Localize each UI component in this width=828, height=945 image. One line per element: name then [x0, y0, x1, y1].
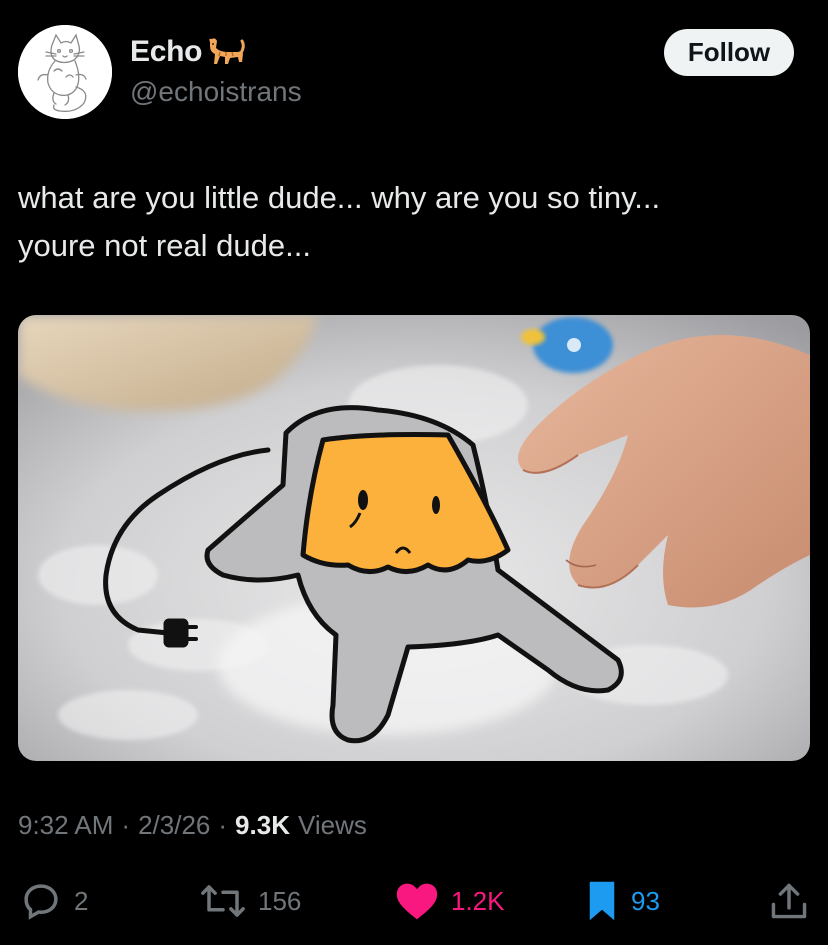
meta-separator: · [121, 810, 131, 840]
share-icon [771, 883, 807, 919]
bookmark-icon [589, 881, 615, 921]
media-image [18, 315, 810, 761]
action-bar: 2 156 1.2K 93 [0, 878, 828, 924]
follow-button[interactable]: Follow [664, 29, 794, 76]
views-label: Views [297, 810, 367, 840]
bookmark-count: 93 [631, 885, 660, 916]
like-count: 1.2K [451, 885, 505, 916]
repost-button[interactable]: 156 [200, 878, 301, 924]
cat-sketch-avatar [18, 25, 112, 119]
share-button[interactable] [770, 878, 808, 924]
cat-emoji [209, 38, 245, 64]
repost-count: 156 [258, 885, 302, 916]
tweet-media[interactable] [18, 315, 810, 761]
author-name-row[interactable]: Echo [130, 34, 246, 70]
bookmark-button[interactable]: 93 [585, 878, 660, 924]
like-button[interactable]: 1.2K [395, 878, 505, 924]
avatar[interactable] [18, 25, 112, 119]
tweet-text: what are you little dude... why are you … [18, 174, 808, 270]
tweet-date[interactable]: 2/3/26 [138, 810, 210, 841]
reply-button[interactable]: 2 [20, 878, 88, 924]
tweet-text-line-2: youre not real dude... [18, 228, 311, 263]
display-name[interactable]: Echo [130, 35, 202, 69]
tweet-meta: 9:32 AM · 2/3/26 · 9.3K Views [18, 810, 367, 841]
author-handle[interactable]: @echoistrans [130, 76, 302, 108]
reply-icon [24, 884, 58, 920]
meta-separator: · [218, 810, 228, 840]
like-icon [396, 883, 438, 920]
repost-icon [201, 885, 245, 917]
tweet-text-line-1: what are you little dude... why are you … [18, 180, 661, 215]
tweet-time[interactable]: 9:32 AM [18, 810, 113, 841]
reply-count: 2 [74, 885, 89, 916]
views-count: 9.3K [235, 810, 290, 840]
